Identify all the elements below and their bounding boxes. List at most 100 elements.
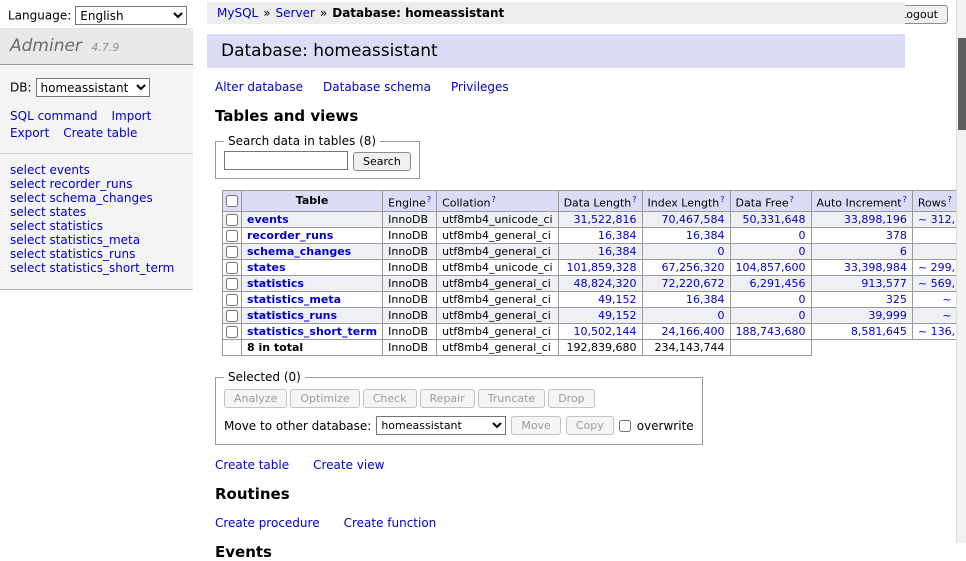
index-length-link[interactable]: 16,384 [686,229,725,242]
index-length-link[interactable]: 24,166,400 [662,325,725,338]
table-row: statistics_runsInnoDButf8mb4_general_ci4… [223,308,966,324]
sidebar-item-select-statistics[interactable]: select statistics [10,219,183,233]
total-data-length: 192,839,680 [558,340,642,356]
data-length-link[interactable]: 49,152 [598,293,637,306]
copy-button[interactable]: Copy [566,416,614,435]
auto-increment-link[interactable]: 39,999 [868,309,907,322]
data-length-link[interactable]: 49,152 [598,309,637,322]
table-link-statistics-meta[interactable]: statistics_meta [247,293,341,306]
db-select[interactable]: homeassistant [36,78,150,97]
total-index-length: 234,143,744 [642,340,730,356]
link-create-procedure[interactable]: Create procedure [215,516,320,530]
help-icon[interactable]: ? [790,195,794,204]
auto-increment-link[interactable]: 8,581,645 [851,325,907,338]
scrollbar-thumb[interactable] [958,38,966,130]
repair-button[interactable]: Repair [420,389,475,408]
move-button[interactable]: Move [511,416,561,435]
table-link-schema-changes[interactable]: schema_changes [247,245,351,258]
table-link-statistics-runs[interactable]: statistics_runs [247,309,337,322]
table-link-states[interactable]: states [247,261,286,274]
index-length-link[interactable]: 0 [718,309,725,322]
link-create-table[interactable]: Create table [215,458,289,472]
data-length-link[interactable]: 10,502,144 [574,325,637,338]
auto-increment-link[interactable]: 325 [886,293,907,306]
engine-cell: InnoDB [383,228,437,244]
row-checkbox[interactable] [226,294,238,306]
optimize-button[interactable]: Optimize [290,389,359,408]
analyze-button[interactable]: Analyze [224,389,287,408]
row-checkbox[interactable] [226,278,238,290]
sidebar-item-select-states[interactable]: select states [10,205,183,219]
data-free-link[interactable]: 0 [799,309,806,322]
search-input[interactable] [224,151,348,170]
table-link-statistics-short-term[interactable]: statistics_short_term [247,325,377,338]
table-link-events[interactable]: events [247,213,289,226]
help-icon[interactable]: ? [720,195,724,204]
link-privileges[interactable]: Privileges [451,80,509,94]
move-db-select[interactable]: homeassistant [376,416,506,435]
sidebar-item-select-events[interactable]: select events [10,163,183,177]
language-select[interactable]: English [75,6,187,25]
link-create-view[interactable]: Create view [313,458,384,472]
index-length-link[interactable]: 72,220,672 [662,277,725,290]
table-link-statistics[interactable]: statistics [247,277,304,290]
sidebar-action-export[interactable]: Export [10,126,49,140]
select-all-checkbox[interactable] [226,195,238,207]
drop-button[interactable]: Drop [548,389,594,408]
link-database-schema[interactable]: Database schema [323,80,431,94]
data-free-link[interactable]: 104,857,600 [736,261,806,274]
data-free-link[interactable]: 6,291,456 [750,277,806,290]
data-length-link[interactable]: 48,824,320 [574,277,637,290]
data-length-link[interactable]: 16,384 [598,245,637,258]
help-icon[interactable]: ? [491,195,495,204]
data-free-link[interactable]: 0 [799,245,806,258]
help-icon[interactable]: ? [632,195,636,204]
auto-increment-link[interactable]: 33,398,984 [844,261,907,274]
check-button[interactable]: Check [363,389,417,408]
data-free-link[interactable]: 0 [799,229,806,242]
data-length-link[interactable]: 31,522,816 [574,213,637,226]
row-checkbox[interactable] [226,246,238,258]
sidebar-item-select-statistics-runs[interactable]: select statistics_runs [10,247,183,261]
scrollbar[interactable] [956,0,966,543]
data-length-link[interactable]: 16,384 [598,229,637,242]
sidebar-item-select-statistics-short-term[interactable]: select statistics_short_term [10,261,183,275]
row-checkbox[interactable] [226,310,238,322]
data-free-link[interactable]: 0 [799,293,806,306]
auto-increment-link[interactable]: 6 [900,245,907,258]
breadcrumb-link-server[interactable]: Server [276,6,315,20]
search-button[interactable]: Search [353,152,411,171]
sidebar-action-sql-command[interactable]: SQL command [10,109,97,123]
row-checkbox[interactable] [226,214,238,226]
truncate-button[interactable]: Truncate [478,389,545,408]
sidebar-action-create-table[interactable]: Create table [63,126,137,140]
help-icon[interactable]: ? [947,195,951,204]
data-length-link[interactable]: 101,859,328 [567,261,637,274]
data-free-link[interactable]: 188,743,680 [736,325,806,338]
table-link-recorder-runs[interactable]: recorder_runs [247,229,333,242]
auto-increment-link[interactable]: 33,898,196 [844,213,907,226]
data-free-link[interactable]: 50,331,648 [743,213,806,226]
auto-increment-link[interactable]: 913,577 [861,277,907,290]
link-alter-database[interactable]: Alter database [215,80,303,94]
row-checkbox[interactable] [226,230,238,242]
help-icon[interactable]: ? [903,195,907,204]
sidebar-item-select-recorder-runs[interactable]: select recorder_runs [10,177,183,191]
overwrite-checkbox[interactable] [619,420,631,432]
total-data-free [730,340,811,356]
row-checkbox[interactable] [226,326,238,338]
index-length-link[interactable]: 70,467,584 [662,213,725,226]
index-length-link[interactable]: 67,256,320 [662,261,725,274]
sidebar-action-import[interactable]: Import [111,109,151,123]
sidebar-item-select-schema-changes[interactable]: select schema_changes [10,191,183,205]
link-create-function[interactable]: Create function [344,516,437,530]
row-checkbox[interactable] [226,262,238,274]
sidebar-item-select-statistics-meta[interactable]: select statistics_meta [10,233,183,247]
help-icon[interactable]: ? [427,195,431,204]
auto-increment-link[interactable]: 378 [886,229,907,242]
total-label: 8 in total [242,340,383,356]
index-length-link[interactable]: 16,384 [686,293,725,306]
index-length-link[interactable]: 0 [718,245,725,258]
breadcrumb-link-mysql[interactable]: MySQL [217,6,258,20]
app-name: Adminer [10,36,82,56]
